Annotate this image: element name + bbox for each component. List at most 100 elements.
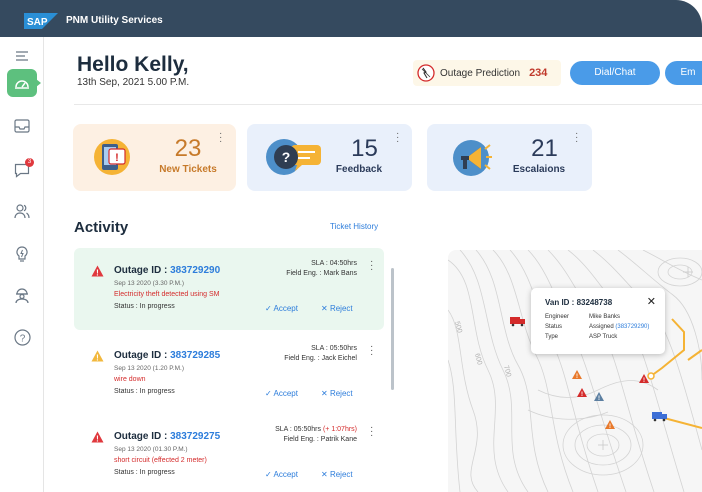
contour-label: 700 <box>502 365 512 378</box>
app-title: PNM Utility Services <box>66 15 163 26</box>
inbox-icon <box>14 119 30 133</box>
header-divider <box>74 104 702 105</box>
map-canvas[interactable]: 500 600 700 ! ! ! ! ! <box>448 250 702 492</box>
activity-scrollbar[interactable] <box>391 268 394 390</box>
activity-item[interactable]: ! Outage ID : 383729290 Sep 13 2020 (3.30 … <box>74 248 384 330</box>
svg-text:!: ! <box>598 396 600 402</box>
popup-value-type: ASP Truck <box>589 334 618 340</box>
reject-button[interactable]: ✕ Reject <box>321 304 353 313</box>
sap-logo[interactable]: SAP <box>24 13 58 29</box>
outage-prediction-widget[interactable]: Outage Prediction 234 <box>413 60 561 86</box>
accept-button[interactable]: ✓ Accept <box>265 470 298 479</box>
outage-map[interactable]: 500 600 700 ! ! ! ! ! <box>448 250 702 492</box>
dial-chat-button[interactable]: Dial/Chat <box>570 61 660 85</box>
app-frame: SAP PNM Utility Services 3 ? Hello Kelly… <box>0 0 702 492</box>
menu-button[interactable] <box>9 43 35 69</box>
shell-bar: SAP PNM Utility Services <box>0 0 702 37</box>
nav-item-dashboard[interactable] <box>7 69 41 97</box>
warning-icon: ! <box>91 265 104 277</box>
card-feedback[interactable]: ? 15 Feedback · · · <box>247 124 412 191</box>
activity-field-engineer: Field Eng. : Mark Bans <box>286 270 357 277</box>
engineer-icon <box>15 287 29 303</box>
escalations-label: Escalaions <box>512 164 566 175</box>
more-options-icon[interactable]: · · · <box>370 423 374 441</box>
svg-text:!: ! <box>115 152 119 164</box>
activity-title: Activity <box>74 219 129 236</box>
contour-label: 500 <box>453 321 463 334</box>
card-more-icon[interactable]: · · · <box>219 129 223 147</box>
feedback-count: 15 <box>351 135 378 162</box>
accept-button[interactable]: ✓ Accept <box>265 304 298 313</box>
svg-text:SAP: SAP <box>27 17 48 28</box>
megaphone-icon <box>453 140 492 176</box>
menu-icon <box>16 51 28 61</box>
side-navigation: 3 ? <box>0 37 44 492</box>
outage-id-link[interactable]: 383729285 <box>170 350 220 361</box>
outage-id-link[interactable]: 383729290 <box>170 265 220 276</box>
outage-id-link[interactable]: 383729275 <box>170 431 220 442</box>
card-more-icon[interactable]: · · · <box>575 129 579 147</box>
svg-text:!: ! <box>576 374 578 380</box>
activity-status: Status : In progress <box>114 388 175 395</box>
card-new-tickets[interactable]: ! 23 New Tickets · · · <box>73 124 236 191</box>
outage-prediction-icon <box>417 64 435 82</box>
activity-description: Electricity theft detected using SM <box>114 291 220 298</box>
escalations-count: 21 <box>531 135 558 162</box>
popup-key-type: Type <box>545 334 559 340</box>
popup-value-status: Assigned (383729290) <box>589 324 650 330</box>
email-button[interactable]: Em <box>665 61 702 85</box>
ticket-history-link[interactable]: Ticket History <box>330 222 378 231</box>
activity-item[interactable]: ! Outage ID : 383729275 Sep 13 2020 (01.30… <box>74 414 384 492</box>
activity-field-engineer: Field Eng. : Jack Eichel <box>284 355 357 362</box>
reject-button[interactable]: ✕ Reject <box>321 470 353 479</box>
activity-status: Status : In progress <box>114 303 175 310</box>
reject-button[interactable]: ✕ Reject <box>321 389 353 398</box>
help-icon: ? <box>13 328 31 346</box>
nav-item-field-engineers[interactable] <box>9 282 35 308</box>
activity-date: Sep 13 2020 (3.30 P.M.) <box>114 280 184 287</box>
lightbulb-icon <box>16 245 28 262</box>
card-escalations[interactable]: 21 Escalaions · · · <box>427 124 592 191</box>
activity-item[interactable]: ! Outage ID : 383729285 Sep 13 2020 (1.20 … <box>74 333 384 415</box>
outage-id-label: Outage ID : 383729285 <box>114 350 221 361</box>
new-tickets-count: 23 <box>174 135 202 162</box>
popup-status-link[interactable]: (383729290) <box>615 324 649 330</box>
activity-description: short circuit (effected 2 meter) <box>114 457 207 464</box>
nav-item-inbox[interactable] <box>9 113 35 139</box>
activity-sla: SLA : 04:50hrs <box>311 260 357 267</box>
close-icon[interactable]: ✕ <box>647 295 656 308</box>
svg-text:?: ? <box>282 149 291 165</box>
svg-text:!: ! <box>643 378 645 384</box>
svg-text:!: ! <box>96 269 99 278</box>
warning-icon: ! <box>91 350 104 362</box>
nav-item-users[interactable] <box>9 198 35 224</box>
activity-description: wire down <box>114 376 146 383</box>
outage-id-label: Outage ID : 383729275 <box>114 431 221 442</box>
card-more-icon[interactable]: · · · <box>396 129 400 147</box>
activity-field-engineer: Field Eng. : Patrik Kane <box>283 436 357 443</box>
more-options-icon[interactable]: · · · <box>370 342 374 360</box>
svg-text:!: ! <box>96 354 99 363</box>
outage-prediction-count: 234 <box>529 67 548 79</box>
warning-icon: ! <box>91 431 104 443</box>
svg-text:?: ? <box>19 333 25 344</box>
popup-key-status: Status <box>545 324 563 330</box>
nav-item-power[interactable] <box>9 241 35 267</box>
nav-item-chat[interactable]: 3 <box>9 157 35 183</box>
activity-date: Sep 13 2020 (1.20 P.M.) <box>114 365 184 372</box>
activity-sla: SLA : 05:50hrs (+ 1:07hrs) <box>275 426 357 433</box>
chat-badge: 3 <box>25 158 34 167</box>
activity-status: Status : In progress <box>114 469 175 476</box>
new-tickets-icon: ! <box>94 139 130 175</box>
popup-title: Van ID : 83248738 <box>545 298 613 307</box>
more-options-icon[interactable]: · · · <box>370 257 374 275</box>
popup-value-engineer: Mike Banks <box>589 314 621 320</box>
accept-button[interactable]: ✓ Accept <box>265 389 298 398</box>
svg-text:!: ! <box>609 424 611 430</box>
dashboard-icon <box>15 80 29 89</box>
activity-date: Sep 13 2020 (01.30 P.M.) <box>114 446 188 453</box>
van-info-popup: Van ID : 83248738 ✕ Engineer Mike Banks … <box>531 288 665 354</box>
svg-text:!: ! <box>581 392 583 398</box>
nav-item-help[interactable]: ? <box>9 324 35 350</box>
users-icon <box>14 204 30 219</box>
